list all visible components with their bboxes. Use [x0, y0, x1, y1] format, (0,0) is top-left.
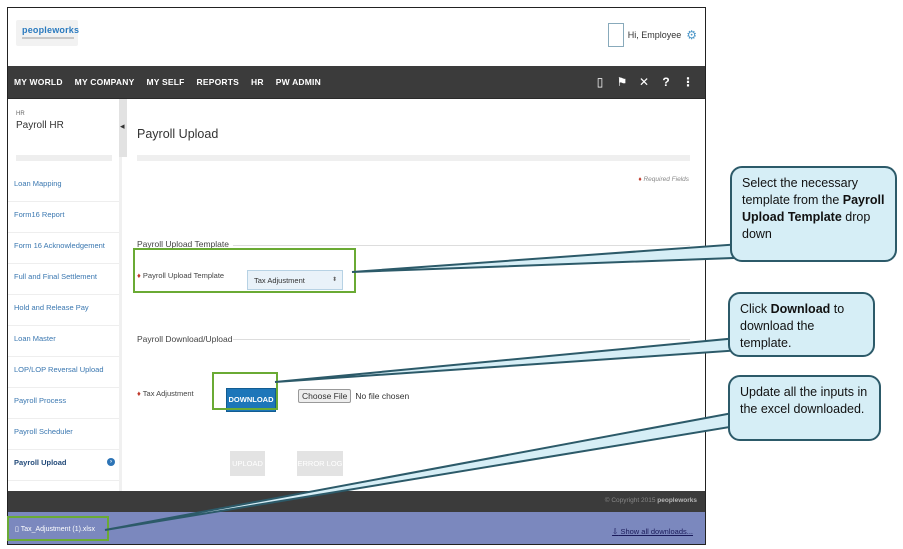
footer: © Copyright 2015 peopleworks [8, 491, 705, 512]
chevron-right-icon: › [107, 458, 115, 466]
main-content: Payroll Upload ♦ Required Fields Payroll… [127, 99, 705, 491]
choose-file-button[interactable]: Choose File [298, 389, 352, 403]
gear-icon[interactable]: ⚙ [686, 28, 697, 42]
flag-icon[interactable]: ⚑ [611, 75, 633, 89]
share-icon[interactable]: ⋮ [677, 75, 699, 89]
sidebar-collapse-toggle[interactable]: ◂ [119, 99, 127, 157]
sidebar-scrollbar[interactable] [119, 157, 122, 491]
header: peopleworks Hi, Employee ⚙ [8, 8, 705, 65]
footer-brand: peopleworks [657, 497, 697, 504]
template-highlight-box [133, 248, 356, 293]
chevron-left-icon: ◂ [120, 121, 125, 131]
callout-3-text: Update all the inputs in the excel downl… [740, 385, 868, 416]
page-title: Payroll Upload [137, 127, 219, 141]
file-highlight-box [7, 516, 109, 541]
download-bar: ▯ Tax_Adjustment (1).xlsx ⇩ Show all dow… [8, 512, 705, 544]
sidebar-item-payroll-scheduler[interactable]: Payroll Scheduler [8, 419, 119, 450]
sidebar-divider [16, 155, 112, 161]
required-note-text: Required Fields [643, 176, 689, 183]
nav-reports[interactable]: REPORTS [191, 77, 246, 87]
callout-select-template: Select the necessary template from the P… [730, 166, 897, 262]
sidebar-item-payroll-process[interactable]: Payroll Process [8, 388, 119, 419]
required-note: ♦ Required Fields [638, 176, 689, 183]
callout-1-text: Select the necessary template from the [742, 176, 859, 207]
required-marker: ♦ [638, 176, 642, 183]
sidebar-item-lop-reversal-upload[interactable]: LOP/LOP Reversal Upload [8, 357, 119, 388]
sidebar-item-form16-report[interactable]: Form16 Report [8, 202, 119, 233]
download-section-heading: Payroll Download/Upload [137, 334, 233, 344]
copyright: © Copyright 2015 peopleworks [605, 497, 697, 504]
sidebar-item-payroll-upload[interactable]: Payroll Upload › [8, 450, 119, 481]
nav-my-company[interactable]: MY COMPANY [69, 77, 141, 87]
avatar[interactable] [607, 23, 624, 47]
sidebar-list: Loan Mapping Form16 Report Form 16 Ackno… [8, 171, 119, 481]
error-log-button[interactable]: ERROR LOG [297, 451, 343, 476]
file-status: No file chosen [355, 391, 410, 401]
sidebar-section-label: HR [16, 111, 25, 117]
section-divider [233, 245, 690, 246]
download-highlight-box [212, 372, 278, 410]
show-all-downloads-text: Show all downloads... [620, 527, 693, 536]
peopleworks-logo[interactable]: peopleworks [16, 20, 80, 46]
callout-update-inputs: Update all the inputs in the excel downl… [728, 375, 881, 441]
sidebar-item-loan-master[interactable]: Loan Master [8, 326, 119, 357]
copyright-text: © Copyright 2015 [604, 497, 656, 504]
sidebar-item-form16-acknowledgement[interactable]: Form 16 Acknowledgement [8, 233, 119, 264]
sidebar: HR Payroll HR Loan Mapping Form16 Report… [8, 99, 119, 491]
user-menu[interactable]: Hi, Employee ⚙ [607, 23, 697, 47]
sidebar-title: Payroll HR [16, 120, 64, 131]
nav-my-world[interactable]: MY WORLD [8, 77, 69, 87]
logo-tagline [22, 37, 74, 39]
help-icon[interactable]: ? [655, 75, 677, 89]
section-divider [233, 339, 690, 340]
callout-click-download: Click Download to download the template. [728, 292, 875, 357]
tax-adjustment-label: ♦ Tax Adjustment [137, 389, 194, 398]
callout-2-text: Click [740, 302, 771, 316]
book-icon[interactable]: ▯ [589, 75, 611, 89]
upload-button[interactable]: UPLOAD [230, 451, 265, 476]
sidebar-item-loan-mapping[interactable]: Loan Mapping [8, 171, 119, 202]
sidebar-item-full-final-settlement[interactable]: Full and Final Settlement [8, 264, 119, 295]
nav-hr[interactable]: HR [245, 77, 270, 87]
nav-my-self[interactable]: MY SELF [140, 77, 190, 87]
title-divider [137, 155, 690, 161]
download-icon: ⇩ [612, 527, 619, 536]
tax-adjustment-label-text: Tax Adjustment [142, 389, 194, 398]
nav-pw-admin[interactable]: PW ADMIN [270, 77, 327, 87]
tools-icon[interactable]: ✕ [633, 75, 655, 89]
sidebar-item-hold-release-pay[interactable]: Hold and Release Pay [8, 295, 119, 326]
sidebar-item-label: Payroll Upload [14, 458, 67, 467]
logo-text: peopleworks [22, 25, 80, 35]
main-nav: MY WORLD MY COMPANY MY SELF REPORTS HR P… [8, 66, 705, 99]
app-window: peopleworks Hi, Employee ⚙ MY WORLD MY C… [7, 7, 706, 545]
user-greeting: Hi, Employee [627, 30, 682, 40]
show-all-downloads-link[interactable]: ⇩ Show all downloads... [612, 527, 693, 536]
callout-2-bold: Download [770, 302, 831, 316]
file-input[interactable]: Choose File No file chosen [298, 389, 409, 403]
